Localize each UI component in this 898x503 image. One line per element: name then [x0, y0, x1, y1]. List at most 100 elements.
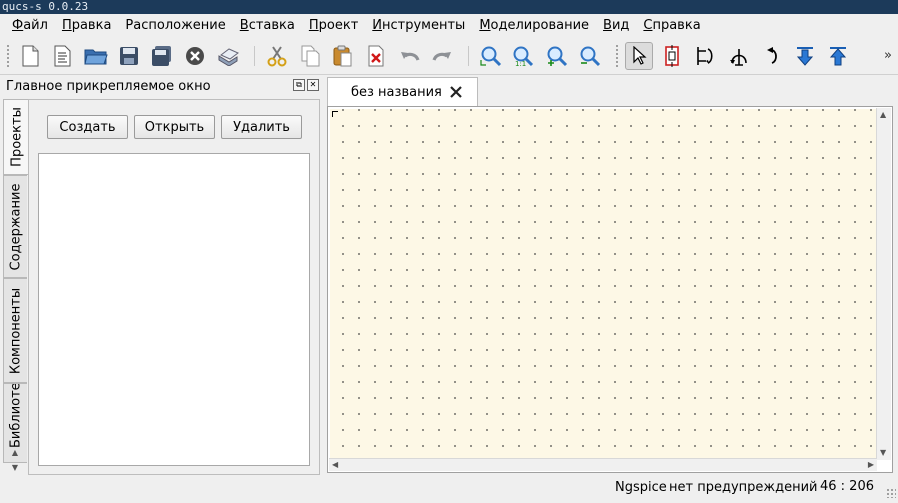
- paste-button[interactable]: [329, 42, 357, 70]
- mirror-x-button[interactable]: [691, 42, 719, 70]
- tab-label: Проекты: [9, 107, 24, 167]
- delete-button[interactable]: [362, 42, 390, 70]
- zoom-out-button[interactable]: [576, 42, 604, 70]
- mirror-y-button[interactable]: [725, 42, 753, 70]
- tab-components[interactable]: Компоненты: [3, 278, 27, 383]
- menubar: Файл Правка Расположение Вставка Проект …: [0, 14, 898, 38]
- toolbar-handle[interactable]: [615, 44, 619, 68]
- dock-title: Главное прикрепляемое окно: [6, 79, 211, 94]
- menu-label: оделирование: [490, 18, 590, 33]
- tab-scroll-up-icon[interactable]: ▲: [3, 445, 27, 459]
- new-document-button[interactable]: [16, 42, 44, 70]
- canvas-origin-marker: [332, 111, 338, 117]
- menu-edit[interactable]: Правка: [55, 15, 118, 37]
- scroll-right-icon[interactable]: ▶: [868, 460, 874, 470]
- menu-tools[interactable]: Инструменты: [365, 15, 472, 37]
- close-document-button[interactable]: [181, 42, 209, 70]
- close-circle-icon: [186, 47, 204, 65]
- menu-mnemonic: В: [239, 18, 249, 33]
- vertical-scrollbar[interactable]: ▲ ▼: [876, 108, 891, 460]
- warnings-label[interactable]: нет предупреждений: [669, 480, 817, 495]
- zoom-out-icon: [580, 46, 601, 67]
- menu-label: асположение: [133, 18, 226, 33]
- menu-mnemonic: П: [61, 18, 72, 33]
- menu-simulation[interactable]: Моделирование: [472, 15, 596, 37]
- menu-help[interactable]: Справка: [636, 15, 707, 37]
- tab-scroll-down-icon[interactable]: ▼: [3, 460, 27, 474]
- scroll-left-icon[interactable]: ◀: [332, 460, 338, 470]
- new-text-button[interactable]: [48, 42, 76, 70]
- cut-button[interactable]: [263, 42, 291, 70]
- toolbar-separator: [468, 46, 469, 66]
- tab-content[interactable]: Содержание: [3, 175, 27, 278]
- open-folder-icon: [84, 49, 108, 65]
- close-icon[interactable]: ✕: [307, 79, 319, 91]
- go-into-subcircuit-button[interactable]: [791, 42, 819, 70]
- copy-button[interactable]: [296, 42, 324, 70]
- select-mode-button[interactable]: [625, 42, 653, 70]
- menu-label: нструменты: [382, 18, 466, 33]
- redo-icon: [432, 52, 451, 61]
- new-text-icon: [54, 45, 71, 67]
- toolbar-overflow-button[interactable]: »: [884, 48, 892, 63]
- resize-grip[interactable]: [886, 488, 896, 498]
- tab-label: Библиотеки: [8, 383, 23, 449]
- menu-file[interactable]: Файл: [5, 15, 55, 37]
- save-button[interactable]: [115, 42, 143, 70]
- window-title: qucs-s 0.0.23: [0, 0, 898, 14]
- menu-mnemonic: П: [308, 18, 319, 33]
- tab-label: Компоненты: [8, 287, 23, 374]
- zoom-fit-icon: [480, 46, 502, 67]
- printer-icon: [218, 48, 239, 66]
- menu-label: правка: [652, 18, 701, 33]
- zoom-1to1-button[interactable]: 1:1: [509, 42, 537, 70]
- rotate-button[interactable]: [759, 42, 787, 70]
- project-list[interactable]: [38, 153, 310, 466]
- rotate-icon: [767, 47, 777, 64]
- main-toolbar: 1:1 »: [0, 38, 898, 75]
- redo-button[interactable]: [428, 42, 456, 70]
- dock-controls: ⧉ ✕: [293, 79, 319, 91]
- status-bar: Ngspice нет предупреждений 46 : 206: [0, 476, 898, 500]
- mirror-vertical-icon: [730, 49, 747, 66]
- create-project-button[interactable]: Создать: [47, 115, 128, 139]
- float-icon[interactable]: ⧉: [293, 79, 305, 91]
- menu-label: ид: [611, 18, 630, 33]
- save-icon: [120, 47, 138, 65]
- menu-project[interactable]: Проект: [302, 15, 365, 37]
- zoom-in-button[interactable]: [543, 42, 571, 70]
- open-project-button[interactable]: Открыть: [134, 115, 215, 139]
- menu-view[interactable]: Вид: [596, 15, 636, 37]
- arrow-up-icon: [829, 47, 847, 66]
- edit-properties-button[interactable]: [658, 42, 686, 70]
- arrow-down-icon: [796, 47, 814, 66]
- menu-mnemonic: М: [479, 18, 491, 33]
- pop-out-button[interactable]: [824, 42, 852, 70]
- open-button[interactable]: [82, 42, 110, 70]
- menu-label: айл: [23, 18, 48, 33]
- schematic-view: ▲ ▼ ◀ ▶: [327, 106, 893, 473]
- tab-untitled[interactable]: без названия: [327, 77, 478, 106]
- close-tab-icon[interactable]: [448, 84, 464, 100]
- app-window: qucs-s 0.0.23 Файл Правка Расположение В…: [0, 0, 898, 503]
- print-button[interactable]: [214, 42, 242, 70]
- scroll-up-icon[interactable]: ▲: [880, 110, 886, 120]
- delete-project-button[interactable]: Удалить: [221, 115, 302, 139]
- component-edit-icon: [665, 45, 679, 67]
- menu-positioning[interactable]: Расположение: [118, 15, 232, 37]
- dock-tab-bar: Проекты Содержание Компоненты Библиотеки: [3, 99, 29, 475]
- menu-mnemonic: В: [603, 18, 612, 33]
- schematic-canvas[interactable]: [330, 109, 876, 460]
- cursor-coords: 46 : 206: [820, 479, 874, 494]
- scroll-down-icon[interactable]: ▼: [880, 448, 886, 458]
- horizontal-scrollbar[interactable]: ◀ ▶: [329, 458, 877, 471]
- toolbar-handle[interactable]: [6, 44, 10, 68]
- save-all-icon: [152, 46, 171, 66]
- menu-insert[interactable]: Вставка: [233, 15, 302, 37]
- toolbar-separator: [254, 46, 255, 66]
- tab-projects[interactable]: Проекты: [3, 99, 29, 175]
- undo-button[interactable]: [396, 42, 424, 70]
- new-file-icon: [22, 45, 39, 67]
- zoom-fit-button[interactable]: [477, 42, 505, 70]
- save-all-button[interactable]: [148, 42, 176, 70]
